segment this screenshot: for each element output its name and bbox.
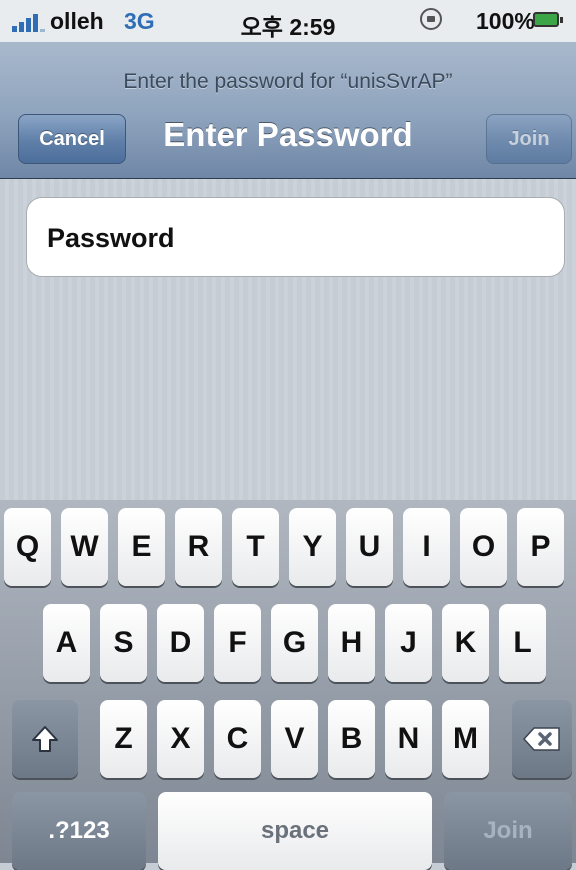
key-c[interactable]: C — [214, 700, 261, 778]
key-r[interactable]: R — [175, 508, 222, 586]
key-z[interactable]: Z — [100, 700, 147, 778]
key-b[interactable]: B — [328, 700, 375, 778]
key-l[interactable]: L — [499, 604, 546, 682]
password-field[interactable] — [26, 197, 565, 278]
key-o[interactable]: O — [460, 508, 507, 586]
key-i[interactable]: I — [403, 508, 450, 586]
shift-key[interactable] — [12, 700, 78, 778]
key-a[interactable]: A — [43, 604, 90, 682]
key-k[interactable]: K — [442, 604, 489, 682]
key-p[interactable]: P — [517, 508, 564, 586]
navigation-bar: Enter the password for “unisSvrAP” Cance… — [0, 42, 576, 179]
key-e[interactable]: E — [118, 508, 165, 586]
form-area — [0, 179, 576, 500]
backspace-icon — [522, 727, 560, 751]
key-m[interactable]: M — [442, 700, 489, 778]
key-v[interactable]: V — [271, 700, 318, 778]
keyboard-join-key[interactable]: Join — [444, 792, 572, 870]
key-h[interactable]: H — [328, 604, 375, 682]
join-button[interactable]: Join — [486, 114, 572, 164]
numbers-key[interactable]: .?123 — [12, 792, 146, 870]
key-j[interactable]: J — [385, 604, 432, 682]
keyboard: Q W E R T Y U I O P A S D F G H J K L Z … — [0, 500, 576, 870]
password-input[interactable] — [45, 198, 549, 278]
battery-charging-icon — [533, 12, 563, 27]
key-u[interactable]: U — [346, 508, 393, 586]
key-x[interactable]: X — [157, 700, 204, 778]
space-key[interactable]: space — [158, 792, 432, 870]
key-q[interactable]: Q — [4, 508, 51, 586]
battery-percent: 100% — [476, 8, 535, 34]
key-y[interactable]: Y — [289, 508, 336, 586]
key-n[interactable]: N — [385, 700, 432, 778]
delete-key[interactable] — [512, 700, 572, 778]
key-f[interactable]: F — [214, 604, 261, 682]
key-d[interactable]: D — [157, 604, 204, 682]
shift-arrow-icon — [32, 726, 58, 752]
key-s[interactable]: S — [100, 604, 147, 682]
key-t[interactable]: T — [232, 508, 279, 586]
rotation-lock-icon — [420, 8, 442, 30]
password-prompt: Enter the password for “unisSvrAP” — [123, 70, 453, 93]
key-g[interactable]: G — [271, 604, 318, 682]
key-w[interactable]: W — [61, 508, 108, 586]
status-bar: olleh 3G 오후 2:59 100% — [0, 0, 576, 42]
